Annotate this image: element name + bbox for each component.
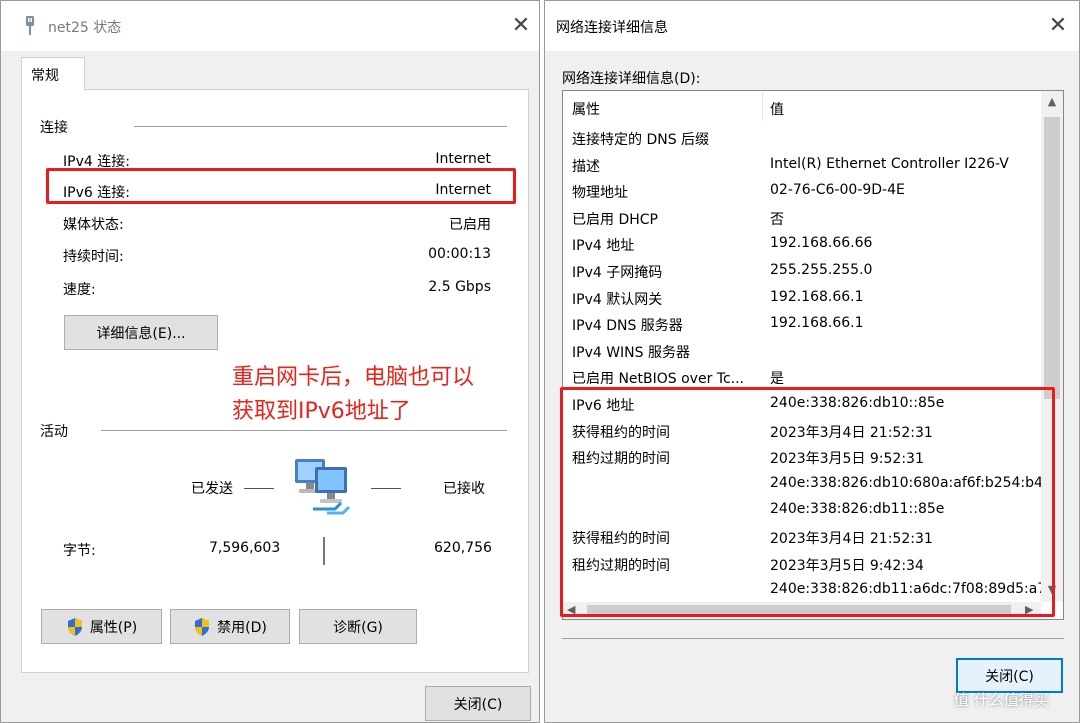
bytes-sent-value: 7,596,603 [209,540,281,556]
network-adapter-icon [26,16,34,35]
shield-icon [67,617,82,636]
info-value: 已启用 [449,217,491,233]
list-item[interactable]: IPv4 地址 192.168.66.66 [563,232,1041,258]
info-label: 持续时间: [63,249,124,265]
list-item[interactable]: IPv4 WINS 服务器 [563,339,1041,365]
ipv6-details-highlight-box [560,387,1055,617]
activity-heading: 活动 [40,424,68,440]
bytes-label: 字节: [63,543,96,559]
connection-heading: 连接 [40,120,68,136]
close-icon[interactable]: ✕ [506,11,536,41]
status-window-titlebar[interactable]: net25 状态 ✕ [1,1,539,51]
divider [101,430,507,431]
info-value: Internet [435,151,491,167]
tab-general[interactable]: 常规 [21,57,85,91]
list-item[interactable]: 连接特定的 DNS 后缀 [563,126,1041,152]
column-header-value[interactable]: 值 [770,99,784,119]
list-header: 属性 值 [563,91,1041,123]
list-item[interactable]: IPv4 DNS 服务器 192.168.66.1 [563,312,1041,338]
received-label: 已接收 [443,481,485,497]
sent-line [244,488,274,489]
details-window-titlebar[interactable]: 网络连接详细信息 ✕ [545,1,1079,51]
divider [562,638,1064,639]
list-item[interactable]: 物理地址 02-76-C6-00-9D-4E [563,179,1041,205]
window-title: net25 状态 [48,20,122,36]
window-title: 网络连接详细信息 [556,20,668,36]
scroll-thumb[interactable] [1044,117,1060,399]
disable-button-label: 禁用(D) [217,619,267,636]
list-item[interactable]: IPv4 默认网关 192.168.66.1 [563,286,1041,312]
diagnose-button[interactable]: 诊断(G) [299,609,417,644]
shield-icon [195,617,210,636]
list-item[interactable]: 描述 Intel(R) Ethernet Controller I226-V [563,153,1041,179]
divider [134,126,507,127]
info-row-media: 媒体状态: 已启用 [63,214,491,238]
info-label: 媒体状态: [63,217,124,233]
details-window: 网络连接详细信息 ✕ 网络连接详细信息(D): 属性 值 连接特定的 DNS 后… [544,0,1080,723]
computers-icon [295,459,351,515]
properties-button[interactable]: 属性(P) [41,609,162,644]
watermark-text: 值 什么值得买 [954,690,1049,709]
info-label: 速度: [63,282,96,298]
annotation-text-line1: 重启网卡后，电脑也可以 [232,365,475,390]
status-window: net25 状态 ✕ 常规 连接 IPv4 连接: Internet IPv6 … [0,0,540,723]
bytes-received-value: 620,756 [434,540,492,556]
tab-label: 常规 [31,68,59,84]
info-value: 00:00:13 [428,246,491,262]
column-header-property[interactable]: 属性 [572,99,600,119]
scroll-up-arrow[interactable]: ▲ [1041,95,1063,115]
close-icon[interactable]: ✕ [1043,11,1073,41]
details-button[interactable]: 详细信息(E)... [64,315,218,350]
disable-button[interactable]: 禁用(D) [170,609,290,644]
list-item[interactable]: 已启用 DHCP 否 [563,206,1041,232]
details-section-label: 网络连接详细信息(D): [562,71,701,87]
list-item[interactable]: IPv4 子网掩码 255.255.255.0 [563,259,1041,285]
close-button[interactable]: 关闭(C) [425,686,531,721]
info-value: 2.5 Gbps [428,279,491,295]
annotation-text-line2: 获取到IPv6地址了 [232,399,411,424]
bytes-separator [323,537,325,565]
info-row-speed: 速度: 2.5 Gbps [63,279,491,303]
received-line [371,488,401,489]
sent-label: 已发送 [191,481,233,497]
watermark: 值 什么值得买 [954,684,1074,714]
ipv6-highlight-box [46,168,516,204]
column-separator [762,93,763,121]
properties-button-label: 属性(P) [89,619,138,636]
info-row-duration: 持续时间: 00:00:13 [63,246,491,270]
